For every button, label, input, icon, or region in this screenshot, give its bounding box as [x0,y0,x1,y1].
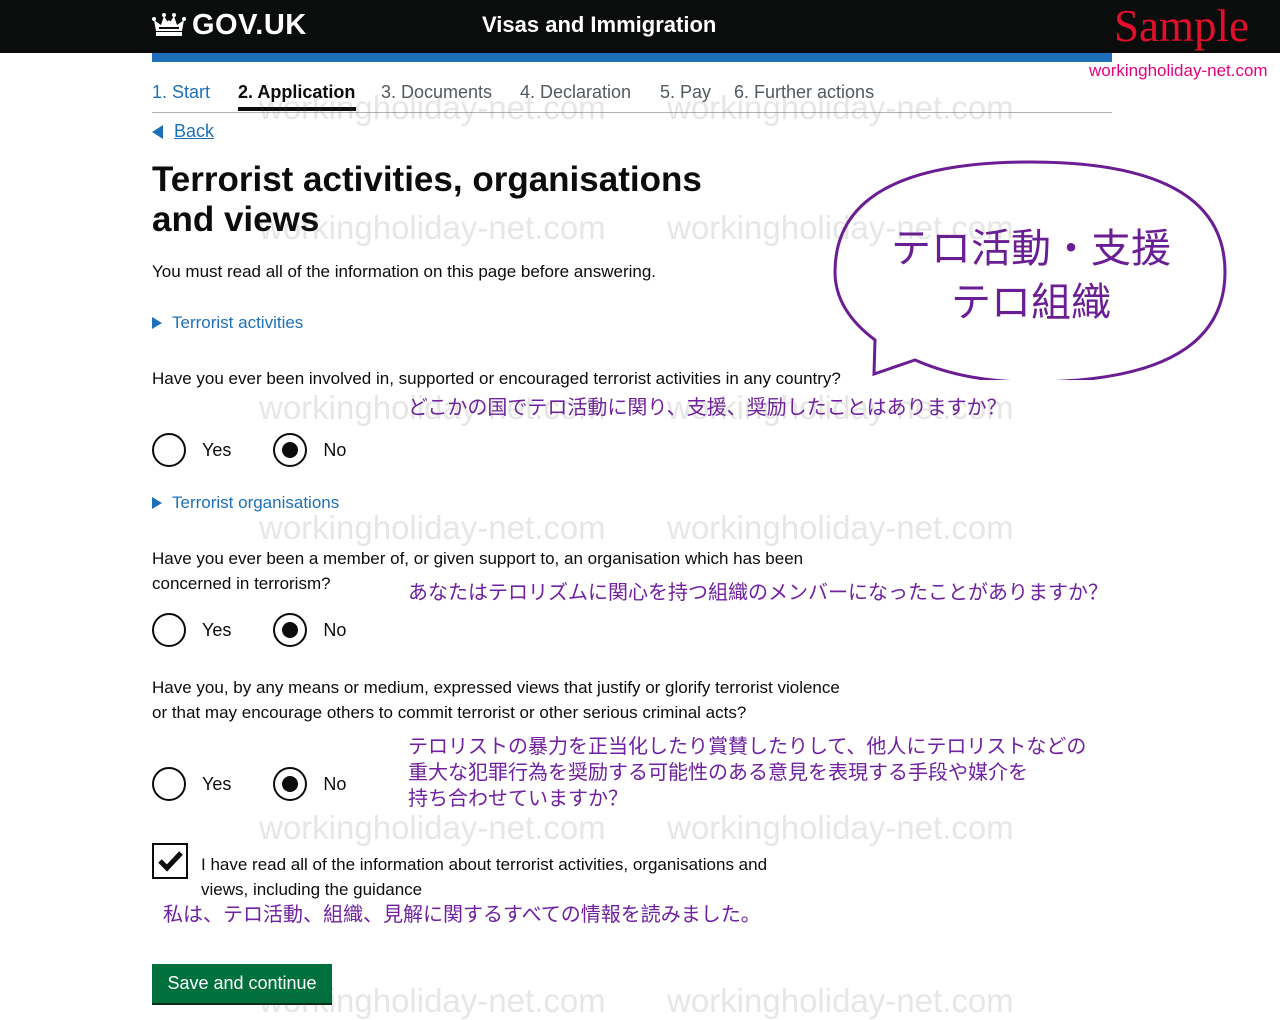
step-declaration: 4. Declaration [520,82,632,102]
step-pay: 5. Pay [660,82,712,102]
radio-no-3[interactable] [273,767,308,801]
translation-confirmation: 私は、テロ活動、組織、見解に関するすべての情報を読みました。 [163,902,761,926]
save-and-continue-button[interactable]: Save and continue [152,964,332,1003]
expand-triangle-icon [152,497,162,509]
confirmation-checkbox[interactable] [152,843,188,879]
back-link[interactable]: Back [152,121,214,142]
page-intro: You must read all of the information on … [152,262,657,281]
details-label: Terrorist activities [172,313,304,332]
annotation-bubble-text: テロ活動・支援 テロ組織 [836,222,1226,330]
question-terrorist-activities: Have you ever been involved in, supporte… [152,369,841,388]
translation-question-3-line-3: 持ち合わせていますか？ [408,786,628,810]
checkmark-icon [158,851,183,872]
step-start[interactable]: 1. Start [152,82,210,103]
step-application: 2. Application [238,82,356,102]
radio-label-no: No [323,619,347,640]
question-terrorist-views: Have you, by any means or medium, expres… [152,678,840,722]
radio-group-terrorist-organisations: Yes No [152,613,388,647]
radio-yes-2[interactable] [152,613,186,647]
radio-option-no[interactable]: No [273,767,346,801]
service-name[interactable]: Visas and Immigration [482,12,716,38]
page-title: Terrorist activities, organisations and … [152,160,702,239]
radio-label-yes: Yes [202,619,232,640]
logo-text: GOV.UK [192,9,307,41]
radio-no-1[interactable] [273,433,308,467]
translation-question-1: どこかの国でテロ活動に関り、支援、奨励したことはありますか？ [408,395,1007,419]
step-further-actions: 6. Further actions [734,82,875,102]
annotation-line-1: テロ活動・支援 [891,226,1171,272]
back-link-label: Back [174,121,215,141]
details-label: Terrorist organisations [172,493,340,512]
translation-question-2: あなたはテロリズムに関心を持つ組織のメンバーになったことがありますか？ [408,580,1108,604]
translation-question-3-line-2: 重大な犯罪行為を奨励する可能性のある意見を表現する手段や媒介を [408,760,1028,784]
radio-yes-3[interactable] [152,767,186,801]
watermark: workingholiday-net.com [259,509,606,546]
radio-label-yes: Yes [202,439,232,460]
govuk-logo[interactable]: GOV.UK [152,9,307,42]
sample-site-label: workingholiday-net.com [1089,61,1268,80]
details-terrorist-organisations[interactable]: Terrorist organisations [152,493,339,513]
radio-label-yes: Yes [202,773,232,794]
radio-group-terrorist-activities: Yes No [152,433,388,467]
radio-option-yes[interactable]: Yes [152,613,231,647]
watermark: workingholiday-net.com [667,982,1014,1019]
back-arrow-icon [152,124,163,139]
current-step-indicator [238,107,356,111]
details-terrorist-activities[interactable]: Terrorist activities [152,313,303,333]
header-blue-bar [152,53,1112,62]
step-documents: 3. Documents [381,82,493,102]
watermark: workingholiday-net.com [667,809,1014,846]
watermark: workingholiday-net.com [259,809,606,846]
govuk-header: GOV.UK Visas and Immigration Sample [0,0,1280,53]
radio-option-no[interactable]: No [273,613,346,647]
watermark: workingholiday-net.com [667,509,1014,546]
sample-stamp: Sample [1114,1,1249,51]
radio-label-no: No [323,773,347,794]
radio-option-no[interactable]: No [273,433,346,467]
confirmation-label: I have read all of the information about… [201,855,768,899]
crown-icon [152,12,186,36]
radio-label-no: No [323,439,347,460]
radio-option-yes[interactable]: Yes [152,433,231,467]
step-navigation: 1. Start 2. Application 3. Documents 4. … [152,80,1112,113]
expand-triangle-icon [152,317,162,329]
radio-yes-1[interactable] [152,433,186,467]
radio-group-terrorist-views: Yes No [152,767,388,801]
translation-question-3-line-1: テロリストの暴力を正当化したり賞賛したりして、他人にテロリストなどの [408,734,1087,758]
radio-no-2[interactable] [273,613,308,647]
annotation-line-2: テロ組織 [951,280,1111,326]
radio-option-yes[interactable]: Yes [152,767,231,801]
